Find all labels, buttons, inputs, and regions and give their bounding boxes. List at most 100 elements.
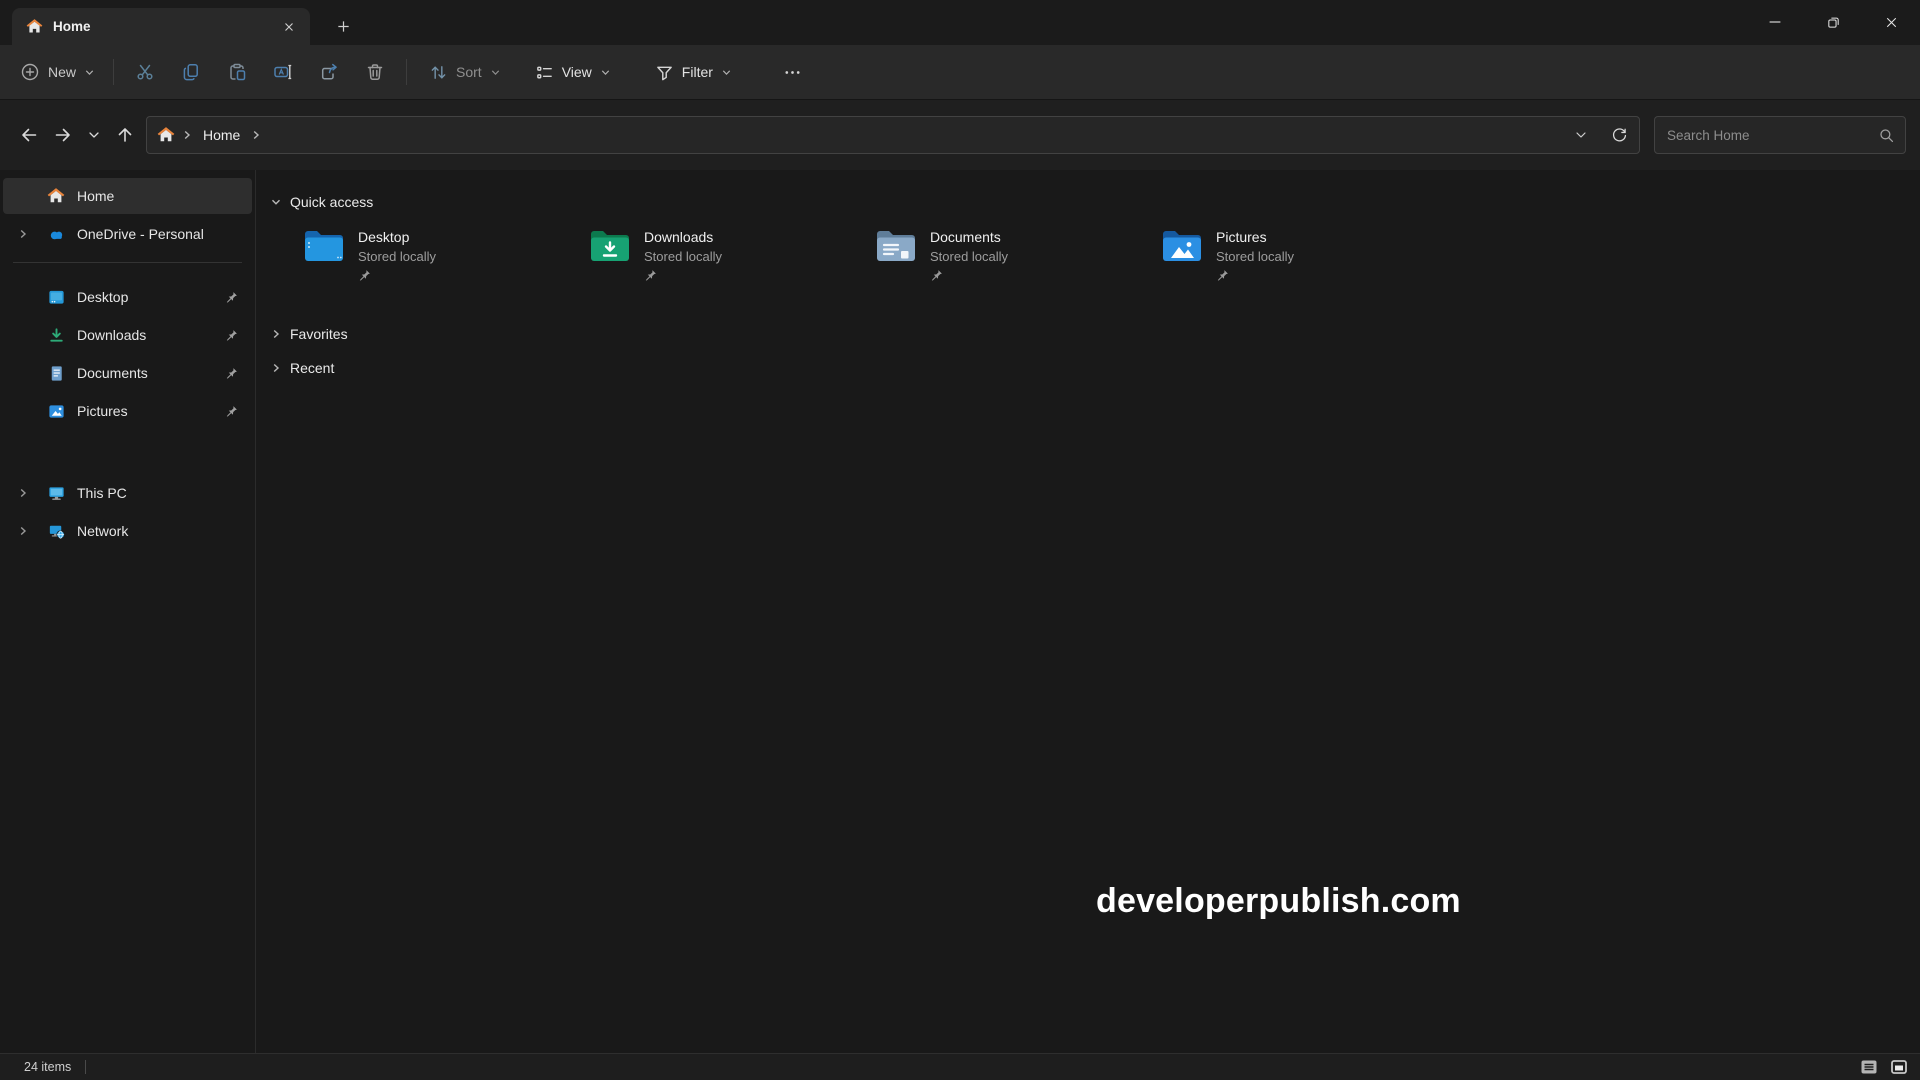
section-title: Recent [290, 360, 334, 376]
delete-button[interactable] [352, 54, 398, 90]
explorer-tab-home[interactable]: Home [12, 8, 310, 45]
close-button[interactable] [1862, 0, 1920, 44]
arrow-up-icon [115, 125, 135, 145]
recent-locations-button[interactable] [80, 118, 108, 152]
tile-subtitle: Stored locally [644, 247, 722, 266]
pin-icon [358, 269, 436, 282]
sidebar-item-downloads[interactable]: Downloads [3, 317, 252, 353]
filter-label: Filter [682, 64, 713, 80]
chevron-right-icon [17, 487, 29, 499]
ellipsis-icon [783, 63, 802, 82]
sidebar-item-desktop[interactable]: Desktop [3, 279, 252, 315]
home-icon [43, 187, 69, 205]
filter-funnel-icon [655, 63, 674, 82]
tab-close-icon[interactable] [276, 14, 302, 40]
desktop-icon [43, 288, 69, 307]
sidebar-item-onedrive[interactable]: OneDrive - Personal [3, 216, 252, 252]
picture-icon [43, 402, 69, 421]
more-options-button[interactable] [770, 54, 816, 90]
search-input[interactable] [1667, 128, 1878, 143]
share-button[interactable] [306, 54, 352, 90]
chevron-down-icon[interactable] [270, 196, 282, 208]
folder-desktop-icon [302, 226, 346, 292]
tile-name: Downloads [644, 227, 722, 247]
sidebar-item-label: Pictures [77, 403, 225, 419]
tile-documents[interactable]: Documents Stored locally [874, 226, 1160, 292]
sidebar-item-documents[interactable]: Documents [3, 355, 252, 391]
sidebar-item-network[interactable]: Network [3, 513, 252, 549]
explorer-body: Home OneDrive - Personal [0, 170, 1920, 1053]
address-bar[interactable]: Home [146, 116, 1640, 154]
new-label: New [48, 64, 76, 80]
refresh-icon [1611, 127, 1628, 144]
trash-icon [365, 62, 385, 82]
navigation-pane: Home OneDrive - Personal [0, 170, 256, 1053]
chevron-down-icon [86, 127, 102, 143]
breadcrumb-chevron-icon [181, 129, 193, 141]
address-bar-row: Home [0, 100, 1920, 170]
refresh-button[interactable] [1603, 120, 1635, 150]
search-icon[interactable] [1878, 127, 1895, 144]
chevron-down-icon [721, 67, 732, 78]
tile-subtitle: Stored locally [930, 247, 1008, 266]
tile-desktop[interactable]: Desktop Stored locally [302, 226, 588, 292]
chevron-down-icon [1573, 127, 1589, 143]
sidebar-item-this-pc[interactable]: This PC [3, 475, 252, 511]
tile-downloads[interactable]: Downloads Stored locally [588, 226, 874, 292]
up-button[interactable] [108, 118, 142, 152]
paste-button[interactable] [214, 54, 260, 90]
toolbar-divider [406, 59, 407, 85]
chevron-down-icon [600, 67, 611, 78]
address-dropdown-button[interactable] [1565, 120, 1597, 150]
breadcrumb-home[interactable]: Home [199, 127, 244, 143]
tile-subtitle: Stored locally [1216, 247, 1294, 266]
sidebar-divider [13, 262, 242, 263]
sidebar-item-pictures[interactable]: Pictures [3, 393, 252, 429]
rename-button[interactable] [260, 54, 306, 90]
copy-button[interactable] [168, 54, 214, 90]
chevron-right-icon[interactable] [270, 328, 282, 340]
tile-subtitle: Stored locally [358, 247, 436, 266]
folder-pictures-icon [1160, 226, 1204, 292]
network-icon [43, 522, 69, 541]
home-icon [26, 18, 43, 35]
command-bar: New [0, 45, 1920, 100]
restore-button[interactable] [1804, 0, 1862, 44]
breadcrumb-chevron-icon[interactable] [250, 129, 262, 141]
minimize-button[interactable] [1746, 0, 1804, 44]
sidebar-item-label: This PC [77, 485, 244, 501]
section-title: Quick access [290, 194, 373, 210]
window-controls [1746, 0, 1920, 45]
sidebar-item-label: Network [77, 523, 244, 539]
item-count: 24 items [24, 1060, 71, 1074]
sidebar-item-label: Downloads [77, 327, 225, 343]
view-options-icon [535, 63, 554, 82]
details-view-button[interactable] [1858, 1056, 1880, 1078]
tile-pictures[interactable]: Pictures Stored locally [1160, 226, 1446, 292]
view-button[interactable]: View [525, 54, 621, 90]
forward-button[interactable] [46, 118, 80, 152]
copy-icon [181, 62, 201, 82]
back-button[interactable] [12, 118, 46, 152]
sidebar-item-home[interactable]: Home [3, 178, 252, 214]
cut-button[interactable] [122, 54, 168, 90]
filter-button[interactable]: Filter [645, 54, 742, 90]
new-button[interactable]: New [10, 54, 105, 90]
items-view: Quick access Desktop Stored locally [256, 170, 1920, 1053]
new-tab-button[interactable] [330, 13, 356, 39]
sidebar-item-label: Desktop [77, 289, 225, 305]
section-favorites[interactable]: Favorites [270, 322, 1920, 346]
large-icons-view-button[interactable] [1888, 1056, 1910, 1078]
section-quick-access[interactable]: Quick access [270, 190, 1920, 214]
sort-button[interactable]: Sort [419, 54, 511, 90]
toolbar-divider [113, 59, 114, 85]
tab-title: Home [53, 19, 266, 34]
quick-access-tiles: Desktop Stored locally [302, 226, 1920, 292]
section-recent[interactable]: Recent [270, 356, 1920, 380]
chevron-right-icon[interactable] [270, 362, 282, 374]
watermark-text: developerpublish.com [1096, 882, 1461, 921]
tile-name: Documents [930, 227, 1008, 247]
view-label: View [562, 64, 592, 80]
large-icons-view-icon [1889, 1057, 1909, 1077]
status-divider [85, 1060, 86, 1074]
